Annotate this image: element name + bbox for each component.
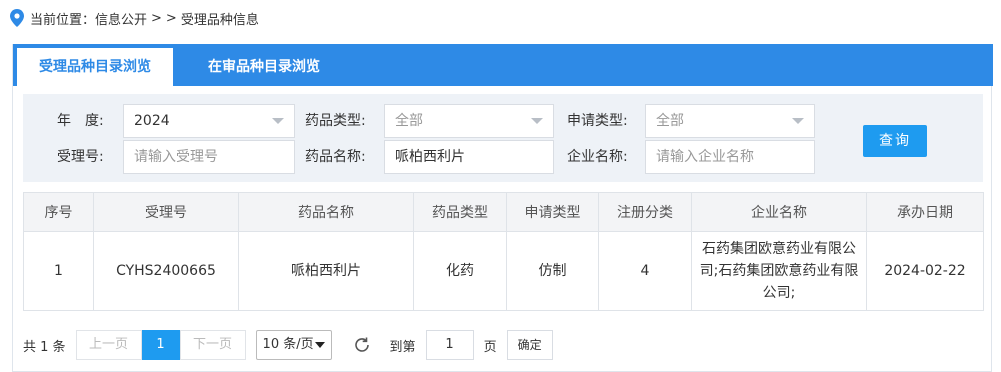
goto-label: 到第 <box>389 339 416 355</box>
results-table: 序号 受理号 药品名称 药品类型 申请类型 注册分类 企业名称 承办日期 1 C… <box>23 192 984 311</box>
main-panel: 受理品种目录浏览 在审品种目录浏览 年 度: 2024 药品类型: 全部 申请类… <box>12 44 993 372</box>
page-number-current[interactable]: 1 <box>141 330 180 360</box>
tab-accepted-catalog[interactable]: 受理品种目录浏览 <box>17 48 173 86</box>
company-label: 企业名称: <box>567 149 628 165</box>
header-drug-type: 药品类型 <box>413 192 507 232</box>
confirm-goto-button[interactable]: 确定 <box>506 330 553 360</box>
apply-type-select[interactable]: 全部 <box>645 104 815 138</box>
cell-reg-class: 4 <box>598 231 692 311</box>
tab-bar: 受理品种目录浏览 在审品种目录浏览 <box>13 44 993 86</box>
cell-date: 2024-02-22 <box>866 231 984 311</box>
header-company: 企业名称 <box>691 192 867 232</box>
header-reg-class: 注册分类 <box>598 192 692 232</box>
drug-type-label: 药品类型: <box>305 113 366 129</box>
cell-drug-type: 化药 <box>413 231 507 311</box>
dropdown-caret-icon <box>792 118 804 124</box>
year-label: 年 度: <box>57 113 104 129</box>
location-pin-icon <box>10 9 24 27</box>
tab-under-review-catalog[interactable]: 在审品种目录浏览 <box>189 48 339 86</box>
table-row[interactable]: 1 CYHS2400665 哌柏西利片 化药 仿制 4 石药集团欧意药业有限公司… <box>23 231 984 311</box>
cell-index: 1 <box>23 231 94 311</box>
goto-page-input[interactable]: 1 <box>425 330 474 360</box>
header-index: 序号 <box>23 192 94 232</box>
pagination: 共 1 条 上一页 1 下一页 10 条/页 到第 1 页 确定 <box>23 330 553 360</box>
breadcrumb: 当前位置：信息公开 > > 受理品种信息 <box>10 8 263 28</box>
table-header-row: 序号 受理号 药品名称 药品类型 申请类型 注册分类 企业名称 承办日期 <box>23 192 984 232</box>
cell-company: 石药集团欧意药业有限公司;石药集团欧意药业有限公司; <box>691 231 867 311</box>
cell-apply-type: 仿制 <box>506 231 599 311</box>
company-input[interactable]: 请输入企业名称 <box>645 140 815 174</box>
year-select[interactable]: 2024 <box>123 104 295 138</box>
filter-form: 年 度: 2024 药品类型: 全部 申请类型: 全部 受理号: 请输入受理号 … <box>23 94 983 182</box>
drug-type-select-value: 全部 <box>395 113 423 129</box>
drug-name-label: 药品名称: <box>305 149 366 165</box>
apply-type-label: 申请类型: <box>567 113 628 129</box>
header-date: 承办日期 <box>866 192 984 232</box>
header-apply-type: 申请类型 <box>506 192 599 232</box>
page-unit-label: 页 <box>483 339 497 355</box>
header-drug-name: 药品名称 <box>238 192 414 232</box>
breadcrumb-separator: > <box>165 10 177 26</box>
page-size-select[interactable]: 10 条/页 <box>255 330 332 360</box>
accept-no-input[interactable]: 请输入受理号 <box>123 140 295 174</box>
header-accept-no: 受理号 <box>93 192 239 232</box>
refresh-icon[interactable] <box>352 335 372 355</box>
page-size-value: 10 条/页 <box>262 337 314 352</box>
cell-accept-no: CYHS2400665 <box>93 231 239 311</box>
year-select-value: 2024 <box>134 113 170 129</box>
total-count: 共 1 条 <box>23 339 66 355</box>
breadcrumb-current[interactable]: 受理品种信息 <box>181 9 259 28</box>
chevron-down-icon <box>314 342 325 348</box>
apply-type-select-value: 全部 <box>656 113 684 129</box>
dropdown-caret-icon <box>272 118 284 124</box>
drug-name-input[interactable]: 哌柏西利片 <box>384 140 554 174</box>
query-button[interactable]: 查询 <box>863 125 927 157</box>
drug-type-select[interactable]: 全部 <box>384 104 554 138</box>
dropdown-caret-icon <box>531 118 543 124</box>
breadcrumb-separator: > <box>151 10 162 26</box>
prev-page-button[interactable]: 上一页 <box>75 330 142 360</box>
breadcrumb-location: 当前位置：信息公开 <box>30 12 148 28</box>
cell-drug-name: 哌柏西利片 <box>238 231 414 311</box>
next-page-button[interactable]: 下一页 <box>179 330 246 360</box>
accept-no-label: 受理号: <box>57 149 104 165</box>
